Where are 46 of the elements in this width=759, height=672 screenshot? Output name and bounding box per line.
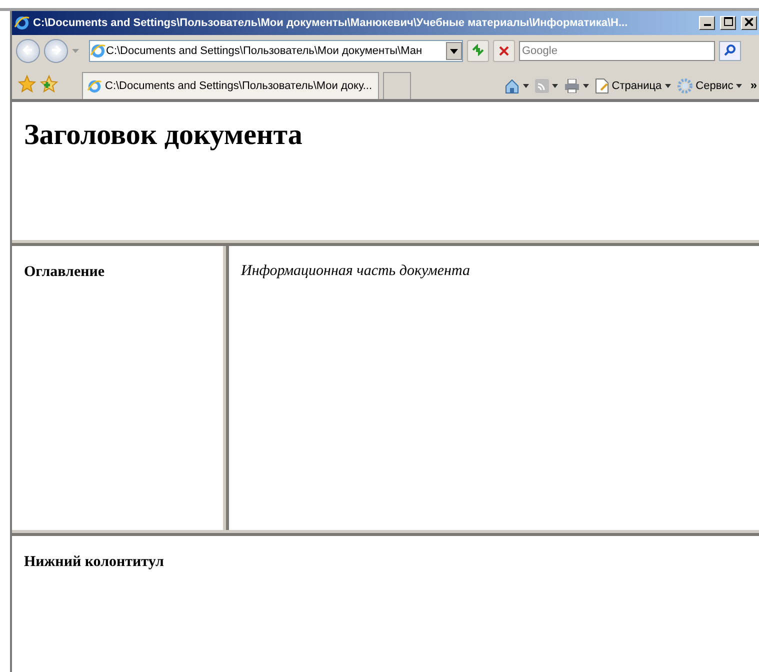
browser-logo-icon: [14, 15, 30, 31]
refresh-icon: [471, 44, 485, 56]
caret-icon: [522, 84, 529, 88]
star-icon[interactable]: [18, 75, 36, 93]
house-icon: [504, 78, 520, 94]
printer-icon: [564, 79, 580, 93]
window-title: C:\Documents and Settings\Пользователь\Мои документы\Манюкевич\Учебные материалы\Информатика\Н...: [33, 17, 629, 29]
maximize-button[interactable]: [720, 16, 736, 30]
gear-icon: [676, 78, 693, 94]
more-button[interactable]: »: [748, 78, 759, 92]
minimize-icon: [704, 24, 710, 26]
home-button[interactable]: [504, 78, 529, 94]
address-field[interactable]: C:\Documents and Settings\Пользователь\Мои документы\Ман: [89, 40, 463, 62]
caret-icon: [450, 48, 458, 54]
forward-arrow-icon: [49, 42, 63, 56]
search-field[interactable]: Google: [519, 41, 715, 61]
maximize-icon: [724, 17, 732, 26]
dropdown-button[interactable]: [446, 42, 462, 60]
search-icon: [724, 44, 736, 56]
feed-icon: [534, 79, 549, 93]
caret-icon: [664, 84, 671, 88]
refresh-button[interactable]: [467, 40, 489, 62]
tools-button[interactable]: Сервис: [676, 78, 742, 94]
forward-button[interactable]: [44, 39, 68, 63]
main-text: Информационная часть документа: [241, 263, 471, 280]
minimize-button[interactable]: [699, 16, 715, 30]
back-button[interactable]: [16, 39, 40, 63]
document-icon: [594, 78, 609, 94]
cross-icon: [499, 46, 509, 56]
footer-heading: Нижний колонтитул: [24, 554, 165, 571]
page-icon: [87, 78, 102, 94]
document-heading: Заголовок документа: [24, 119, 304, 152]
page-icon: [90, 43, 106, 59]
contents-heading: Оглавление: [24, 264, 106, 281]
page-button[interactable]: Страница: [594, 78, 671, 94]
close-icon: [745, 18, 753, 26]
print-button[interactable]: [564, 79, 589, 93]
caret-icon: [736, 84, 742, 88]
close-button[interactable]: [741, 16, 757, 30]
back-arrow-icon: [21, 42, 35, 56]
caret-icon: [552, 84, 558, 88]
caret-icon: [582, 84, 589, 88]
search-button[interactable]: [719, 41, 741, 61]
stop-button[interactable]: [493, 40, 515, 62]
browser-tab[interactable]: C:\Documents and Settings\Пользователь\Мои доку...: [82, 72, 380, 99]
feeds-button[interactable]: [534, 79, 558, 93]
